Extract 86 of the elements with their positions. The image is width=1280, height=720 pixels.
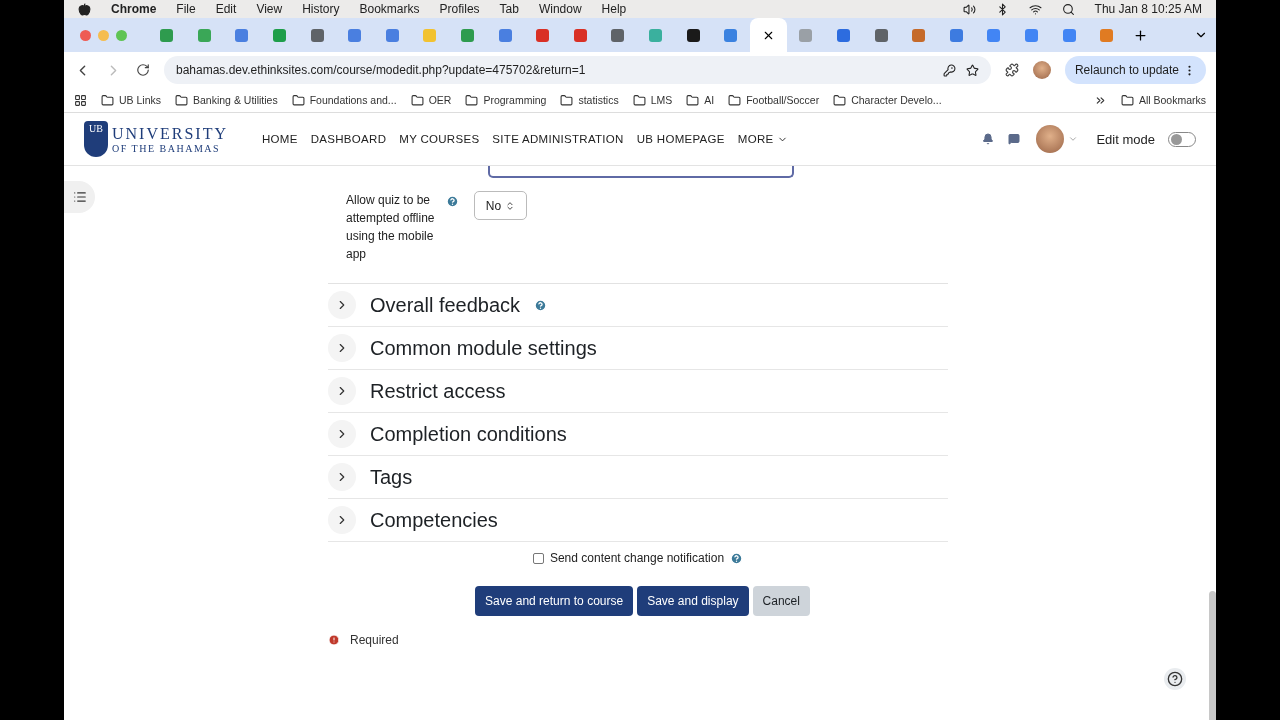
bookmark-folder[interactable]: Character Develo... — [833, 93, 942, 107]
apple-icon[interactable] — [78, 2, 91, 16]
help-button[interactable] — [1164, 668, 1186, 690]
section-title[interactable]: Restrict access — [370, 379, 506, 403]
bookmark-star-icon[interactable] — [965, 63, 979, 77]
help-icon[interactable] — [534, 298, 548, 312]
input-field[interactable] — [488, 166, 794, 178]
folder-icon — [560, 93, 574, 107]
clock[interactable]: Thu Jan 8 10:25 AM — [1094, 2, 1202, 16]
zoom-dot[interactable] — [116, 29, 127, 41]
folder-icon — [686, 93, 700, 107]
menu-item[interactable]: Window — [538, 2, 582, 16]
nav-link[interactable]: MY COURSES — [399, 133, 480, 145]
new-tab-icon[interactable] — [1133, 27, 1149, 43]
menu-item[interactable]: Edit — [215, 2, 237, 16]
wifi-icon[interactable] — [1028, 2, 1042, 16]
key-icon[interactable] — [942, 63, 956, 77]
folder-icon — [632, 93, 646, 107]
scrollbar[interactable] — [1209, 591, 1216, 720]
menu-item[interactable]: Profiles — [439, 2, 480, 16]
bookmark-folder[interactable]: Foundations and... — [291, 93, 397, 107]
section-title[interactable]: Tags — [370, 465, 413, 489]
folder-icon — [175, 93, 188, 107]
nav-link[interactable]: UB HOMEPAGE — [636, 133, 725, 145]
help-icon[interactable] — [730, 551, 744, 565]
menu-item[interactable]: File — [176, 2, 196, 16]
field-label: Allow quiz to be attempted offline using the mobile app — [346, 192, 436, 263]
section-title[interactable]: Overall feedback — [370, 293, 521, 317]
bookmark-folder[interactable]: Football/Soccer — [728, 93, 820, 107]
folder-icon — [101, 93, 114, 107]
bookmark-folder[interactable]: AI — [686, 93, 715, 107]
menu-app-name[interactable]: Chrome — [111, 2, 157, 16]
reload-icon[interactable] — [136, 63, 150, 77]
section-title[interactable]: Competencies — [370, 508, 498, 532]
bookmark-folder[interactable]: Banking & Utilities — [175, 93, 278, 107]
menu-item[interactable]: History — [302, 2, 340, 16]
apps-icon[interactable] — [74, 93, 87, 107]
menu-item[interactable]: View — [256, 2, 283, 16]
volume-icon[interactable] — [962, 2, 976, 16]
address-field[interactable]: bahamas.dev.ethinksites.com/course/modedit.php?update=475702&return=1 — [164, 56, 991, 84]
menu-item[interactable]: Bookmarks — [359, 2, 420, 16]
more-menu[interactable]: MORE — [737, 133, 788, 145]
menu-item[interactable]: Help — [601, 2, 627, 16]
folder-icon — [1120, 93, 1134, 107]
help-icon[interactable] — [446, 195, 459, 208]
offline-select[interactable]: No — [474, 191, 527, 220]
university-logo[interactable]: UB UNIVERSITY OF THE BAHAMAS — [84, 121, 228, 157]
menu-item[interactable]: Tab — [499, 2, 519, 16]
folder-icon — [728, 93, 742, 107]
nav-link[interactable]: HOME — [262, 133, 298, 145]
section-title[interactable]: Completion conditions — [370, 422, 567, 446]
caret-icon[interactable] — [1068, 134, 1079, 144]
edit-mode-switch[interactable] — [1168, 131, 1196, 147]
nav-link[interactable]: DASHBOARD — [310, 133, 387, 145]
folder-icon — [410, 93, 424, 107]
bookmark-folder[interactable]: LMS — [632, 93, 673, 107]
list-icon — [72, 190, 87, 204]
alert-icon — [328, 634, 340, 646]
checkbox[interactable] — [532, 552, 544, 564]
all-bookmarks[interactable]: All Bookmarks — [1120, 93, 1206, 107]
notifications-icon[interactable] — [982, 133, 995, 145]
form-button[interactable]: Save and display — [637, 586, 749, 616]
course-index-button[interactable] — [64, 181, 95, 213]
nav-link[interactable]: SITE ADMINISTRATION — [492, 133, 624, 145]
profile-avatar[interactable] — [1032, 61, 1051, 79]
folder-icon — [465, 93, 479, 107]
extensions-icon[interactable] — [1004, 63, 1019, 77]
bookmark-folder[interactable]: OER — [410, 93, 452, 107]
minimize-dot[interactable] — [98, 29, 109, 41]
bookmark-folder[interactable]: statistics — [560, 93, 619, 107]
updown-icon — [505, 200, 516, 211]
relaunch-button[interactable]: Relaunch to update — [1064, 56, 1206, 84]
search-icon[interactable] — [1061, 2, 1075, 16]
folder-icon — [291, 93, 305, 107]
folder-icon — [833, 93, 847, 107]
section-title[interactable]: Common module settings — [370, 336, 597, 360]
form-button[interactable]: Save and return to course — [475, 586, 634, 616]
required-note: Required — [350, 633, 399, 647]
bookmark-folder[interactable]: UB Links — [101, 93, 161, 107]
edit-mode-label[interactable]: Edit mode — [1096, 131, 1155, 147]
user-avatar[interactable] — [1036, 125, 1065, 153]
bookmark-folder[interactable]: Programming — [465, 93, 547, 107]
close-window-dot[interactable] — [80, 29, 91, 41]
messages-icon[interactable] — [1008, 133, 1021, 145]
form-button[interactable]: Cancel — [752, 586, 810, 616]
checkbox-label: Send content change notification — [549, 551, 725, 565]
